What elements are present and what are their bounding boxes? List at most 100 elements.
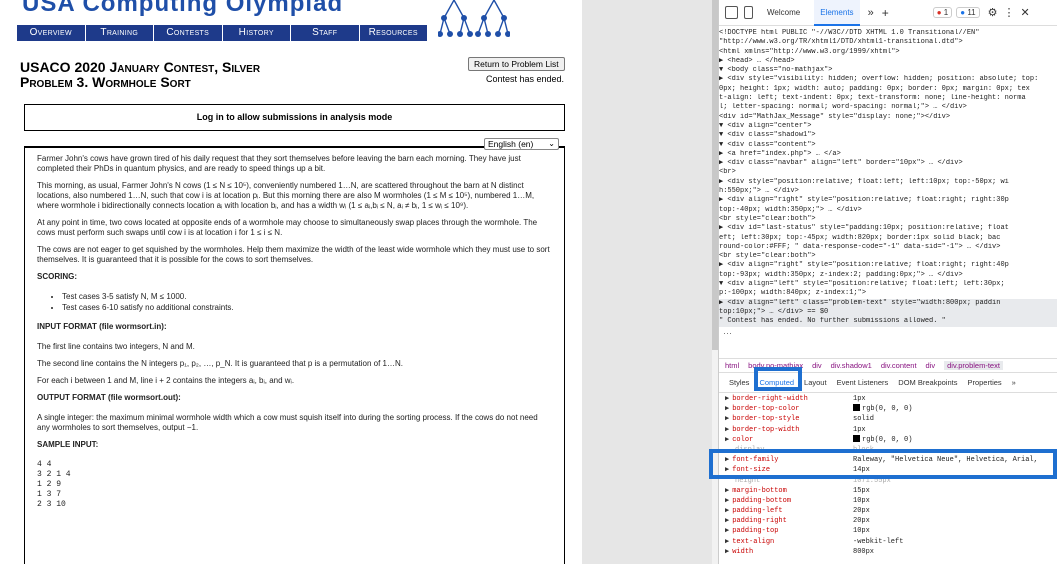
dom-node-line[interactable]: top:10px;"> … </div> == $0: [719, 307, 1057, 318]
dom-node-line[interactable]: ▼ <div align="center">: [719, 122, 1057, 131]
dom-node-line[interactable]: ▶ <div align="left" class="problem-text"…: [719, 298, 1057, 308]
dom-node-line[interactable]: ▶ <div style="visibility: hidden; overfl…: [719, 75, 1057, 84]
expand-triangle-icon[interactable]: ▶: [725, 548, 729, 556]
computed-property-row[interactable]: ▶ border-top-width 1px: [719, 425, 1057, 435]
dom-node-line[interactable]: ▼ <div class="content">: [719, 141, 1057, 150]
computed-property-row[interactable]: ▶ border-top-color rgb(0, 0, 0): [719, 404, 1057, 414]
computed-property-row[interactable]: ▶ color rgb(0, 0, 0): [719, 434, 1057, 445]
breadcrumb-item[interactable]: html: [725, 361, 739, 370]
gear-icon[interactable]: ⚙: [988, 6, 998, 19]
info-badge[interactable]: ● 11: [956, 7, 980, 18]
add-tab-icon[interactable]: +: [882, 6, 889, 20]
dom-node-line[interactable]: eft; left:30px; top:-45px; width:820px; …: [719, 234, 1057, 243]
breadcrumb-item[interactable]: div: [926, 361, 936, 370]
tab-styles[interactable]: Styles: [729, 378, 749, 387]
breadcrumb-item[interactable]: div: [812, 361, 822, 370]
expand-triangle-icon[interactable]: ▶: [725, 507, 729, 515]
property-name: ▶ width: [725, 547, 754, 556]
breadcrumb-item[interactable]: div.content: [881, 361, 917, 370]
site-title[interactable]: USA Computing Olympiad: [22, 0, 343, 18]
contest-title: USACO 2020 January Contest, Silver: [20, 59, 261, 75]
dom-node-line[interactable]: " Contest has ended. No further submissi…: [719, 317, 1057, 327]
more-tabs-icon[interactable]: »: [868, 7, 874, 19]
dom-node-line[interactable]: top:-40px; width:350px;"> … </div>: [719, 206, 1057, 215]
tab-layout[interactable]: Layout: [804, 378, 827, 387]
nav-overview[interactable]: Overview: [17, 25, 86, 41]
tab-properties[interactable]: Properties: [967, 378, 1001, 387]
dom-tree[interactable]: <!DOCTYPE html PUBLIC "-//W3C//DTD XHTML…: [719, 27, 1057, 349]
dom-node-line[interactable]: "http://www.w3.org/TR/xhtml1/DTD/xhtml1-…: [719, 38, 1057, 47]
dom-node-line[interactable]: <div id="MathJax_Message" style="display…: [719, 113, 1057, 122]
expand-triangle-icon[interactable]: ▶: [725, 426, 729, 434]
expand-triangle-icon[interactable]: ▶: [725, 538, 729, 546]
computed-property-row[interactable]: ▶ border-right-width 1px: [719, 394, 1057, 404]
color-swatch-icon[interactable]: [853, 434, 860, 442]
dom-node-line[interactable]: h:550px;"> … </div>: [719, 187, 1057, 196]
device-toolbar-icon[interactable]: [744, 6, 753, 19]
expand-triangle-icon[interactable]: ▶: [725, 405, 729, 413]
dom-node-line[interactable]: ▼ <div class="shadow1">: [719, 131, 1057, 140]
computed-property-row[interactable]: ▶ padding-top 10px: [719, 526, 1057, 536]
nav-staff[interactable]: Staff: [291, 25, 360, 41]
kebab-menu-icon[interactable]: ⋮: [1004, 6, 1015, 19]
computed-property-row[interactable]: ▶ text-align -webkit-left: [719, 537, 1057, 547]
inspect-element-icon[interactable]: [725, 6, 738, 19]
dom-node-line[interactable]: ▶ <div style="position:relative; float:l…: [719, 178, 1057, 187]
expand-triangle-icon[interactable]: ▶: [725, 436, 729, 444]
language-select[interactable]: English (en) ⌄: [484, 138, 559, 150]
dom-node-line[interactable]: p:-100px; width:840px; z-index:1;">: [719, 289, 1057, 298]
dom-node-line[interactable]: ▼ <div align="left" style="position:rela…: [719, 280, 1057, 289]
nav-contests[interactable]: Contests: [154, 25, 223, 41]
computed-property-row[interactable]: ▶ padding-right 20px: [719, 516, 1057, 526]
dom-node-line[interactable]: <br style="clear:both">: [719, 215, 1057, 224]
chevron-down-icon: ⌄: [548, 139, 555, 148]
breadcrumb-item[interactable]: div.shadow1: [831, 361, 872, 370]
close-icon[interactable]: ✕: [1021, 6, 1030, 19]
dom-node-line[interactable]: ▶ <div align="right" style="position:rel…: [719, 196, 1057, 205]
computed-property-row[interactable]: ▶ padding-bottom 10px: [719, 496, 1057, 506]
dom-node-line[interactable]: <!DOCTYPE html PUBLIC "-//W3C//DTD XHTML…: [719, 29, 1057, 38]
logo-tree-icon[interactable]: [438, 0, 510, 40]
dom-node-line[interactable]: <html xmlns="http://www.w3.org/1999/xhtm…: [719, 48, 1057, 57]
list-item: Test cases 6-10 satisfy no additional co…: [62, 303, 552, 313]
nav-history[interactable]: History: [223, 25, 291, 41]
computed-property-row[interactable]: ▶ margin-bottom 15px: [719, 486, 1057, 496]
dom-node-line[interactable]: ▶ <div id="last-status" style="padding:1…: [719, 224, 1057, 233]
expand-triangle-icon[interactable]: ▶: [725, 517, 729, 525]
nav-training[interactable]: Training: [86, 25, 154, 41]
tab-event-listeners[interactable]: Event Listeners: [837, 378, 889, 387]
expand-triangle-icon[interactable]: ▶: [725, 395, 729, 403]
computed-property-row[interactable]: ▶ border-top-style solid: [719, 414, 1057, 424]
dom-node-line[interactable]: ▶ <a href="index.php"> … </a>: [719, 150, 1057, 159]
paragraph: For each i between 1 and M, line i + 2 c…: [37, 376, 295, 385]
expand-triangle-icon[interactable]: ▶: [725, 527, 729, 535]
dom-node-line[interactable]: 0px; height: 1px; width: auto; padding: …: [719, 85, 1057, 94]
color-swatch-icon[interactable]: [853, 404, 860, 412]
expand-triangle-icon[interactable]: ▶: [725, 497, 729, 505]
devtools-panel: Welcome Elements » + ● 1 ● 11 ⚙ ⋮ ✕ <!DO…: [718, 0, 1057, 564]
dom-node-line[interactable]: top:-93px; width:350px; z-index:2; paddi…: [719, 271, 1057, 280]
expand-triangle-icon[interactable]: ▶: [725, 487, 729, 495]
dom-node-line[interactable]: ▼ <body class="no-mathjax">: [719, 66, 1057, 75]
tab-elements[interactable]: Elements: [814, 0, 860, 26]
nav-resources[interactable]: Resources: [360, 25, 428, 41]
more-subtabs-icon[interactable]: »: [1012, 378, 1016, 387]
computed-property-row[interactable]: ▶ padding-left 20px: [719, 506, 1057, 516]
dom-node-line[interactable]: ▶ <div class="navbar" align="left" borde…: [719, 159, 1057, 168]
dom-node-line[interactable]: <br>: [719, 168, 1057, 177]
error-badge[interactable]: ● 1: [932, 7, 953, 18]
dom-node-line[interactable]: ▶ <head> … </head>: [719, 57, 1057, 66]
dom-node-line[interactable]: <br style="clear:both">: [719, 252, 1057, 261]
dom-node-line[interactable]: round-color:#FFF; " data-response-code="…: [719, 243, 1057, 252]
ellipsis-icon[interactable]: ···: [723, 328, 732, 338]
computed-property-row[interactable]: ▶ width 800px: [719, 547, 1057, 557]
dom-node-line[interactable]: t-align: left; text-indent: 0px; text-tr…: [719, 94, 1057, 103]
dom-node-line[interactable]: l; letter-spacing: normal; word-spacing:…: [719, 103, 1057, 112]
tab-welcome[interactable]: Welcome: [765, 0, 802, 26]
tab-dom-breakpoints[interactable]: DOM Breakpoints: [898, 378, 957, 387]
dom-node-line[interactable]: ▶ <div align="right" style="position:rel…: [719, 261, 1057, 270]
expand-triangle-icon[interactable]: ▶: [725, 415, 729, 423]
scoring-list: Test cases 3-5 satisfy N, M ≤ 1000. Test…: [62, 292, 552, 313]
return-to-problem-list-button[interactable]: Return to Problem List: [468, 57, 565, 71]
breadcrumb-item-selected[interactable]: div.problem-text: [944, 361, 1003, 370]
